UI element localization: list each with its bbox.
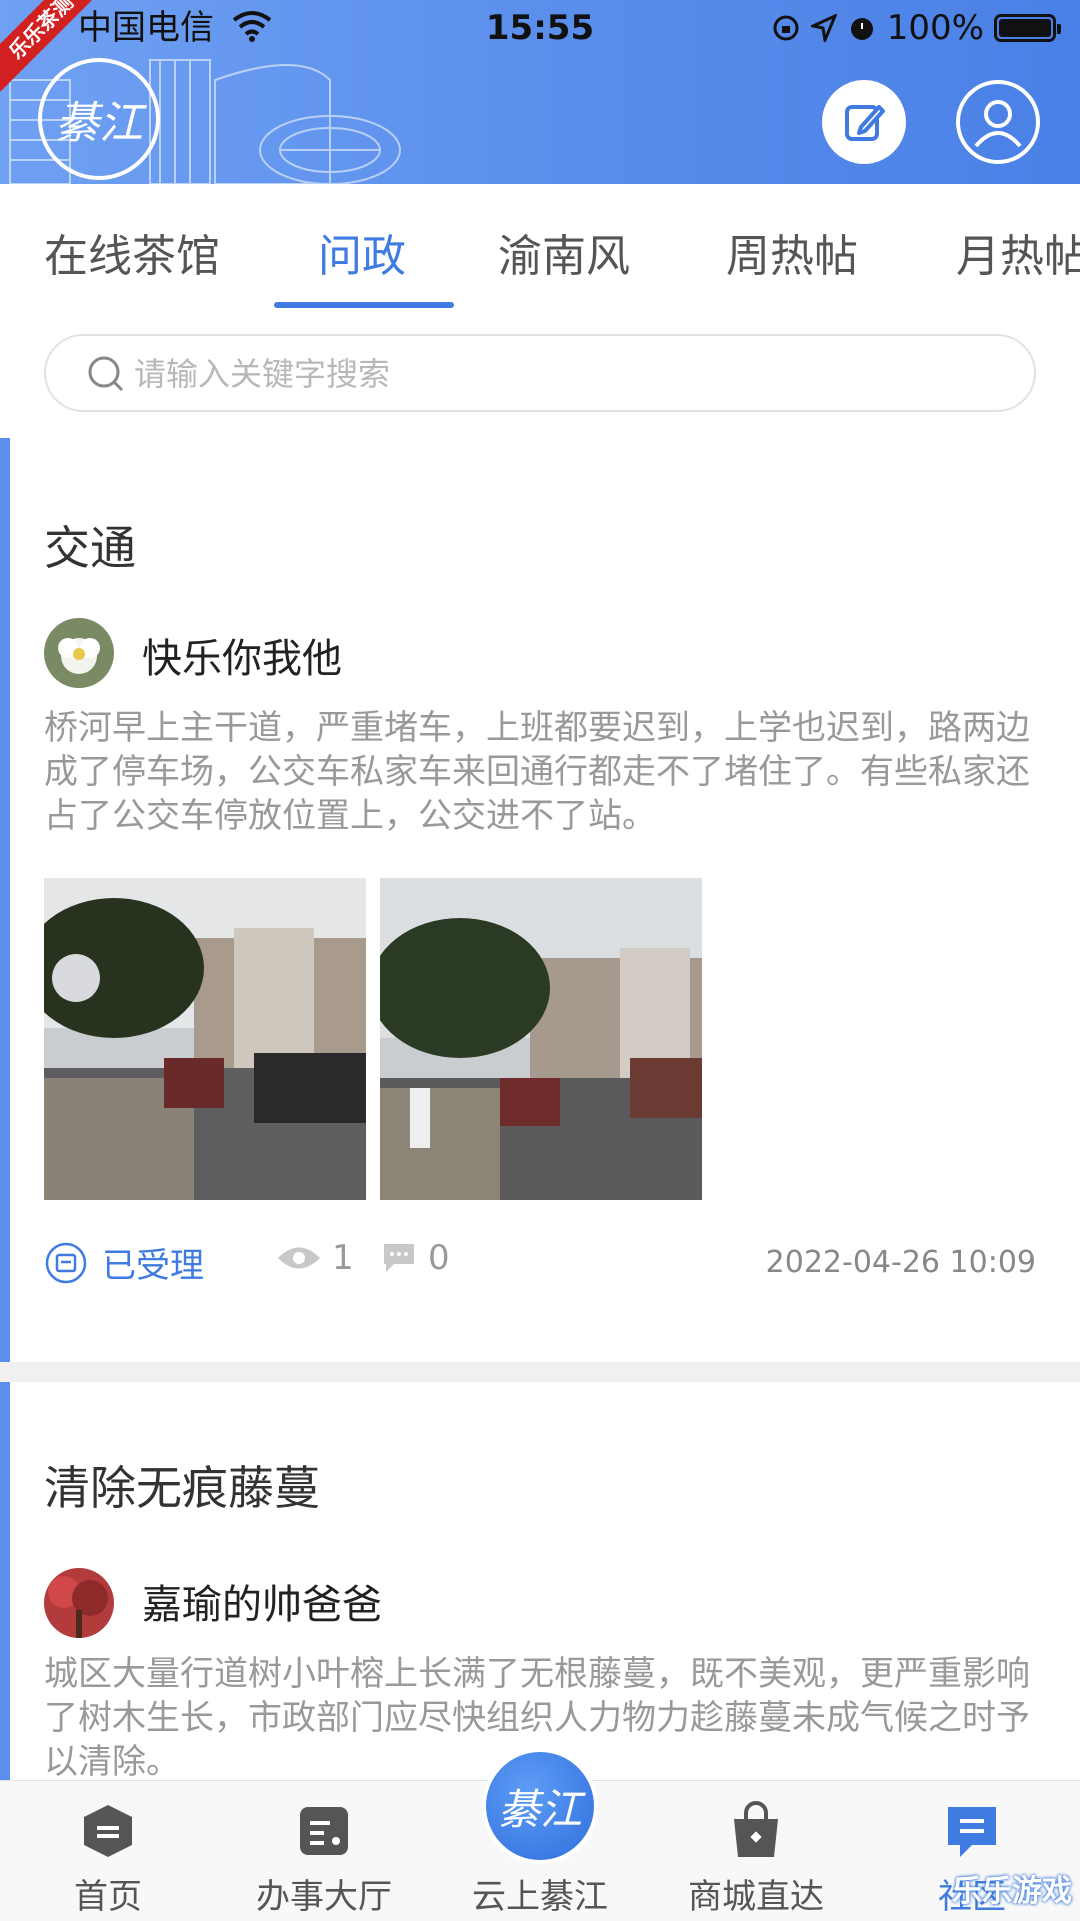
profile-button[interactable] <box>956 80 1040 164</box>
tab-weekly-hot[interactable]: 周热帖 <box>726 220 858 284</box>
comment-icon <box>384 1244 414 1272</box>
post-card[interactable]: 交通 快乐你我他 桥河早上主干道，严重堵车，上班都要迟到，上学也迟到，路两边成了… <box>0 438 1080 1362</box>
center-logo-button[interactable]: 綦江 <box>482 1748 598 1864</box>
service-hall-icon <box>300 1807 348 1855</box>
post-photo[interactable] <box>44 878 366 1200</box>
search-input[interactable] <box>132 346 996 402</box>
view-count-value: 1 <box>332 1238 354 1278</box>
view-count: 1 <box>276 1238 354 1278</box>
post-title[interactable]: 清除无痕藤蔓 <box>44 1452 320 1518</box>
location-icon <box>810 14 837 42</box>
rotation-lock-icon <box>773 15 799 41</box>
app-logo-text: 綦江 <box>55 98 143 149</box>
avatar[interactable] <box>44 1568 114 1638</box>
nav-cloud-qijiang-label: 云上綦江 <box>472 1877 608 1917</box>
nav-service-hall[interactable]: 办事大厅 <box>216 1781 432 1921</box>
watermark: 乐乐游戏 <box>952 1874 1072 1909</box>
post-photo[interactable] <box>380 878 702 1200</box>
flower-avatar-image <box>44 618 114 688</box>
tab-yunan-feng[interactable]: 渝南风 <box>498 220 630 284</box>
search-bar[interactable] <box>44 334 1036 412</box>
tab-monthly-hot[interactable]: 月热帖 <box>956 220 1080 284</box>
compose-button[interactable] <box>822 80 906 164</box>
status-badge: 已受理 <box>44 1238 204 1287</box>
edit-icon <box>845 105 885 141</box>
shopping-bag-icon <box>734 1801 778 1857</box>
card-accent-bar <box>0 1382 10 1780</box>
post-title[interactable]: 交通 <box>44 512 136 578</box>
tab-online-teahouse[interactable]: 在线茶馆 <box>44 220 220 284</box>
nav-home-label: 首页 <box>74 1877 142 1917</box>
search-icon <box>88 356 124 392</box>
community-chat-icon <box>948 1807 996 1857</box>
street-photo-2 <box>380 878 702 1200</box>
author-name[interactable]: 快乐你我他 <box>142 626 342 684</box>
post-footer: 已受理 1 0 2022-04-26 10:09 <box>44 1238 1036 1288</box>
category-tabs: 在线茶馆 问政 渝南风 周热帖 月热帖 <box>0 184 1080 312</box>
street-photo-1 <box>44 878 366 1200</box>
case-status-icon <box>45 1242 87 1283</box>
eye-icon <box>278 1247 320 1269</box>
battery-percent: 100% <box>886 8 984 48</box>
center-logo-text: 綦江 <box>497 1784 582 1834</box>
nav-mall-label: 商城直达 <box>688 1877 824 1917</box>
post-body: 桥河早上主干道，严重堵车，上班都要迟到，上学也迟到，路两边成了停车场，公交车私家… <box>44 708 1030 836</box>
post-card[interactable]: 清除无痕藤蔓 嘉瑜的帅爸爸 城区大量行道树小叶榕上长满了无根藤蔓，既不美观，更严… <box>0 1382 1080 1780</box>
status-right: 100% <box>771 0 1061 56</box>
post-timestamp: 2022-04-26 10:09 <box>765 1245 1036 1280</box>
nav-mall[interactable]: 商城直达 <box>648 1781 864 1921</box>
avatar[interactable] <box>44 618 114 688</box>
app-logo: 綦江 <box>38 58 160 180</box>
status-text: 已受理 <box>102 1246 204 1286</box>
comment-count: 0 <box>382 1238 450 1278</box>
home-icon <box>84 1805 132 1857</box>
nav-home[interactable]: 首页 <box>0 1781 216 1921</box>
nav-service-hall-label: 办事大厅 <box>256 1877 392 1917</box>
tab-wenzheng[interactable]: 问政 <box>318 220 406 284</box>
active-tab-indicator <box>274 302 454 308</box>
card-accent-bar <box>0 438 10 1362</box>
user-icon <box>974 100 1022 148</box>
tree-avatar-image <box>44 1568 114 1638</box>
author-name[interactable]: 嘉瑜的帅爸爸 <box>142 1572 382 1630</box>
comment-count-value: 0 <box>428 1238 450 1278</box>
battery-icon <box>994 14 1061 42</box>
card-divider <box>0 1362 1080 1382</box>
status-bar: 中国电信 15:55 100% <box>0 0 1080 56</box>
alarm-icon <box>850 18 873 40</box>
app-header: 中国电信 15:55 100% 乐乐茶测 綦江 <box>0 0 1080 184</box>
